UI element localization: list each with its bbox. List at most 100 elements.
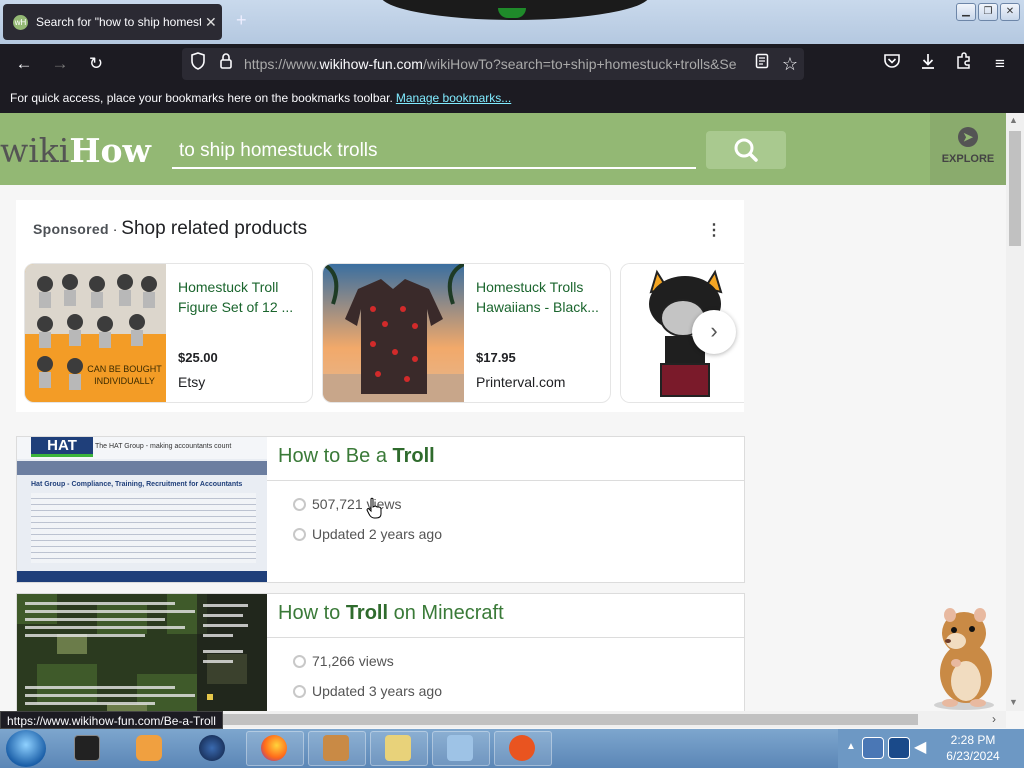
close-tab-icon[interactable]: ✕ [205,14,217,31]
product-price: $17.95 [476,350,516,365]
product-image-caption: CAN BE BOUGHT INDIVIDUALLY [87,364,162,386]
vertical-scrollbar[interactable]: ▲ ▼ [1006,113,1024,711]
navigation-toolbar: ← → ↻ https://www.wikihow-fun.com/wikiHo… [0,44,1024,84]
start-button[interactable] [6,730,46,767]
views-icon [293,654,306,668]
reader-view-icon[interactable] [750,52,774,76]
web-page: wikiHow to ship homestuck trolls ➤ EXPLO… [0,113,1006,711]
views-stat: 507,721 views [293,496,402,512]
manage-bookmarks-link[interactable]: Manage bookmarks... [396,91,511,105]
settings-app-icon [447,735,473,761]
window-controls: ▁ ❐ ✕ [956,3,1020,21]
product-price: $25.00 [178,350,218,365]
views-stat: 71,266 views [293,653,394,669]
tracking-shield-icon[interactable] [186,52,210,76]
explore-button[interactable]: ➤ EXPLORE [930,113,1006,185]
firefox-icon [261,735,287,761]
close-window-button[interactable]: ✕ [1000,3,1020,21]
views-icon [293,497,306,511]
windows-taskbar: ▲ ◀ 2:28 PM 6/23/2024 [0,729,1024,768]
search-result-card[interactable]: The HAT Group - making accountants count… [16,436,745,583]
clock-icon [293,684,306,698]
sponsored-separator: · [112,221,118,237]
forward-arrow-icon[interactable]: → [48,52,72,76]
globe-app-icon[interactable] [199,735,225,761]
pocket-icon[interactable] [880,52,904,76]
minimize-button[interactable]: ▁ [956,3,976,21]
product-image-troll-figures[interactable]: CAN BE BOUGHT INDIVIDUALLY [25,264,166,402]
views-count: 507,721 views [312,496,402,512]
scroll-up-arrow-icon[interactable]: ▲ [1009,115,1018,125]
compass-icon: ➤ [958,127,978,147]
explore-label: EXPLORE [941,153,995,165]
views-count: 71,266 views [312,653,394,669]
back-arrow-icon[interactable]: ← [12,52,36,76]
taskbar-firefox[interactable] [246,731,304,766]
thumb-subtitle-text: Hat Group - Compliance, Training, Recrui… [31,481,243,488]
updated-stat: Updated 2 years ago [293,526,442,542]
hamster-app-icon [323,735,349,761]
tray-app-icon[interactable] [862,737,884,759]
search-result-card[interactable]: How to Troll on Minecraft 71,266 views U… [16,593,745,711]
url-text[interactable]: https://www.wikihow-fun.com/wikiHowTo?se… [244,56,744,72]
media-player-icon[interactable] [136,735,162,761]
carousel-next-button[interactable]: › [692,310,736,354]
product-card[interactable]: CAN BE BOUGHT INDIVIDUALLY Homestuck Tro… [24,263,313,403]
taskbar-clock[interactable]: 2:28 PM 6/23/2024 [940,732,1006,764]
product-seller: Printerval.com [476,374,566,390]
network-icon[interactable] [888,737,910,759]
taskbar-explorer[interactable] [370,731,428,766]
vertical-scroll-thumb[interactable] [1009,131,1021,246]
site-search-input[interactable]: to ship homestuck trolls [172,133,696,169]
updated-text: Updated 3 years ago [312,683,442,699]
taskbar-app-box[interactable] [308,731,366,766]
bookmark-star-icon[interactable]: ☆ [778,52,802,76]
browser-tab-active[interactable]: wH Search for "how to ship homest ✕ [3,4,222,40]
scroll-right-arrow-icon[interactable]: › [992,712,996,726]
wikihow-favicon-icon: wH [13,14,28,30]
restore-button[interactable]: ❐ [978,3,998,21]
link-status-url: https://www.wikihow-fun.com/Be-a-Troll [0,711,223,729]
new-tab-button[interactable]: + [236,10,247,31]
divider [267,480,744,481]
updated-text: Updated 2 years ago [312,526,442,542]
ubuntu-icon [509,735,535,761]
result-thumbnail[interactable] [17,594,267,711]
wikihow-logo[interactable]: wikiHow [0,131,151,170]
sponsored-heading: Sponsored · Shop related products [33,218,307,240]
tab-title: Search for "how to ship homest [36,15,201,29]
site-search-button[interactable] [706,131,786,169]
bookmarks-message: For quick access, place your bookmarks h… [10,91,393,105]
taskbar-ubuntu[interactable] [494,731,552,766]
product-seller: Etsy [178,374,206,390]
result-title[interactable]: How to Troll on Minecraft [278,602,504,625]
taskbar-app-icon[interactable] [74,735,100,761]
folder-icon [385,735,411,761]
clock-icon [293,527,306,541]
sponsored-products-panel: Sponsored · Shop related products ⋮ CAN … [16,200,744,412]
clock-date: 6/23/2024 [946,749,1000,763]
url-bar[interactable]: https://www.wikihow-fun.com/wikiHowTo?se… [182,48,804,80]
hamburger-menu-icon[interactable]: ≡ [988,52,1012,76]
extensions-icon[interactable] [952,52,976,76]
downloads-icon[interactable] [916,52,940,76]
tray-expand-icon[interactable]: ▲ [846,741,856,752]
product-name[interactable]: Homestuck Trolls Hawaiians - Black... [476,277,604,317]
product-image-hawaiian-shirt[interactable] [323,264,465,402]
taskbar-control-panel[interactable] [432,731,490,766]
search-icon [734,138,758,162]
sponsored-title: Shop related products [121,218,308,239]
hamster-mascot-image [920,603,1004,711]
scroll-down-arrow-icon[interactable]: ▼ [1009,697,1018,707]
divider [267,637,744,638]
updated-stat: Updated 3 years ago [293,683,442,699]
result-title[interactable]: How to Be a Troll [278,445,435,468]
result-thumbnail[interactable]: The HAT Group - making accountants count… [17,437,267,582]
lock-icon[interactable] [214,52,238,76]
more-options-icon[interactable]: ⋮ [706,220,722,240]
product-name[interactable]: Homestuck Troll Figure Set of 12 ... [178,277,306,317]
reload-icon[interactable]: ↻ [84,52,108,76]
speaker-icon[interactable]: ◀ [914,737,936,759]
product-card[interactable]: Homestuck Trolls Hawaiians - Black... $1… [322,263,611,403]
sponsored-label: Sponsored [33,221,109,237]
